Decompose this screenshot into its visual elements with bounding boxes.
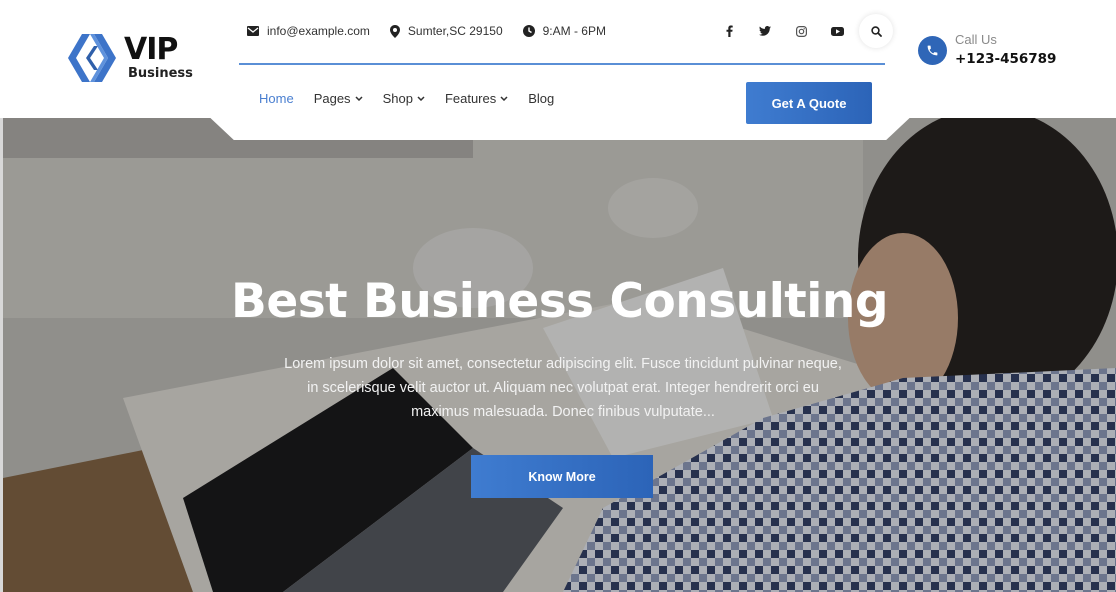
logo-mark-icon [68,34,116,82]
instagram-icon [795,25,807,37]
facebook-icon [726,25,733,37]
contact-email-text: info@example.com [267,24,370,38]
main-nav: Home Pages Shop Features Blog [259,91,574,106]
contact-email[interactable]: info@example.com [247,24,370,38]
envelope-icon [247,26,259,36]
nav-item-label: Pages [313,91,351,106]
nav-item-blog[interactable]: Blog [528,91,554,106]
nav-item-label: Blog [528,91,555,106]
logo[interactable]: VIP Business [68,30,193,86]
call-label: Call Us [955,32,997,47]
search-icon [870,25,882,37]
phone-icon [927,45,938,55]
contact-location-text: Sumter,SC 29150 [407,24,503,38]
search-button[interactable] [859,14,893,48]
contact-hours-text: 9:AM - 6PM [542,24,606,38]
call-number: +123-456789 [955,51,1057,67]
youtube-link[interactable] [819,16,855,46]
map-pin-icon [389,24,400,38]
nav-item-label: Shop [382,91,413,106]
nav-item-shop[interactable]: Shop [383,91,425,106]
logo-tagline: Business [128,66,193,81]
social-links [711,14,893,48]
chevron-down-icon [355,96,363,101]
contact-location: Sumter,SC 29150 [389,24,503,38]
hero-title: Best Business Consulting [231,274,889,329]
youtube-icon [830,26,844,36]
hero-description: Lorem ipsum dolor sit amet, consectetur … [284,356,842,420]
clock-icon [522,25,535,37]
nav-item-pages[interactable]: Pages [314,91,363,106]
logo-name: VIP [124,32,178,67]
nav-item-label: Features [444,91,497,106]
call-us[interactable]: Call Us +123-456789 [918,31,1056,69]
header-divider [239,63,885,65]
know-more-button[interactable]: Know More [471,455,653,498]
facebook-link[interactable] [711,16,747,46]
twitter-link[interactable] [747,16,783,46]
chevron-down-icon [500,96,508,101]
hero-section: Best Business Consulting Lorem ipsum dol… [3,118,1116,592]
contact-hours: 9:AM - 6PM [522,24,606,38]
nav-item-features[interactable]: Features [445,91,508,106]
twitter-icon [759,26,771,36]
contact-bar: info@example.com Sumter,SC 29150 9:AM - … [247,24,626,38]
chevron-down-icon [417,96,425,101]
nav-item-label: Home [259,91,294,106]
get-a-quote-button[interactable]: Get A Quote [746,82,872,124]
nav-item-home[interactable]: Home [259,91,294,106]
instagram-link[interactable] [783,16,819,46]
call-icon-badge [918,35,947,65]
